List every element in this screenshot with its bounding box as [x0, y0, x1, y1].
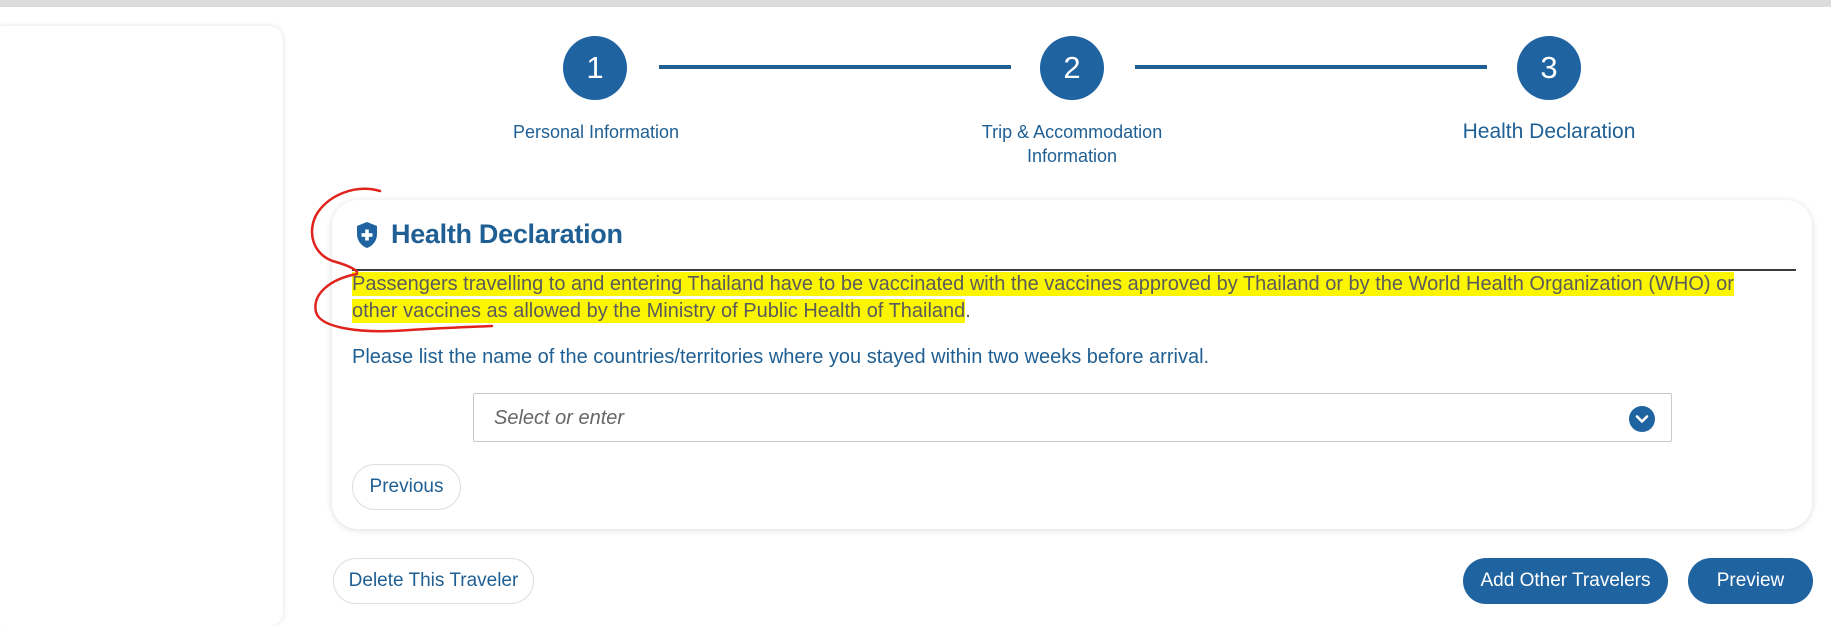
- card-heading: Health Declaration: [355, 219, 623, 250]
- notice-line-2-suffix: .: [965, 300, 971, 322]
- browser-top-strip: [0, 0, 1831, 7]
- preview-button[interactable]: Preview: [1688, 558, 1813, 604]
- left-side-panel: [0, 26, 283, 626]
- country-select-placeholder: Select or enter: [494, 407, 625, 429]
- step-2-label-line2: Information: [1026, 146, 1118, 166]
- step-2-label: Trip & Accommodation Information: [952, 120, 1192, 168]
- notice-line-2: other vaccines as allowed by the Ministr…: [352, 299, 966, 323]
- step-1-circle[interactable]: 1: [563, 36, 627, 100]
- previous-button[interactable]: Previous: [352, 464, 461, 510]
- step-2-circle[interactable]: 2: [1040, 36, 1104, 100]
- step-3-circle[interactable]: 3: [1517, 36, 1581, 100]
- step-3-label: Health Declaration: [1462, 120, 1636, 143]
- step-2-label-line1: Trip & Accommodation: [981, 122, 1163, 142]
- step-1-label: Personal Information: [512, 122, 680, 142]
- card-title: Health Declaration: [391, 219, 623, 249]
- country-select[interactable]: Select or enter: [473, 393, 1672, 442]
- notice-line-1: Passengers travelling to and entering Th…: [352, 272, 1734, 296]
- step-connector-2: [1135, 65, 1487, 69]
- chevron-down-icon[interactable]: [1629, 406, 1655, 432]
- vaccination-notice: Passengers travelling to and entering Th…: [352, 271, 1802, 325]
- step-connector-1: [659, 65, 1011, 69]
- delete-traveler-button[interactable]: Delete This Traveler: [333, 558, 534, 604]
- countries-prompt: Please list the name of the countries/te…: [352, 346, 1210, 368]
- add-other-travelers-button[interactable]: Add Other Travelers: [1463, 558, 1668, 604]
- shield-plus-icon: [357, 221, 377, 248]
